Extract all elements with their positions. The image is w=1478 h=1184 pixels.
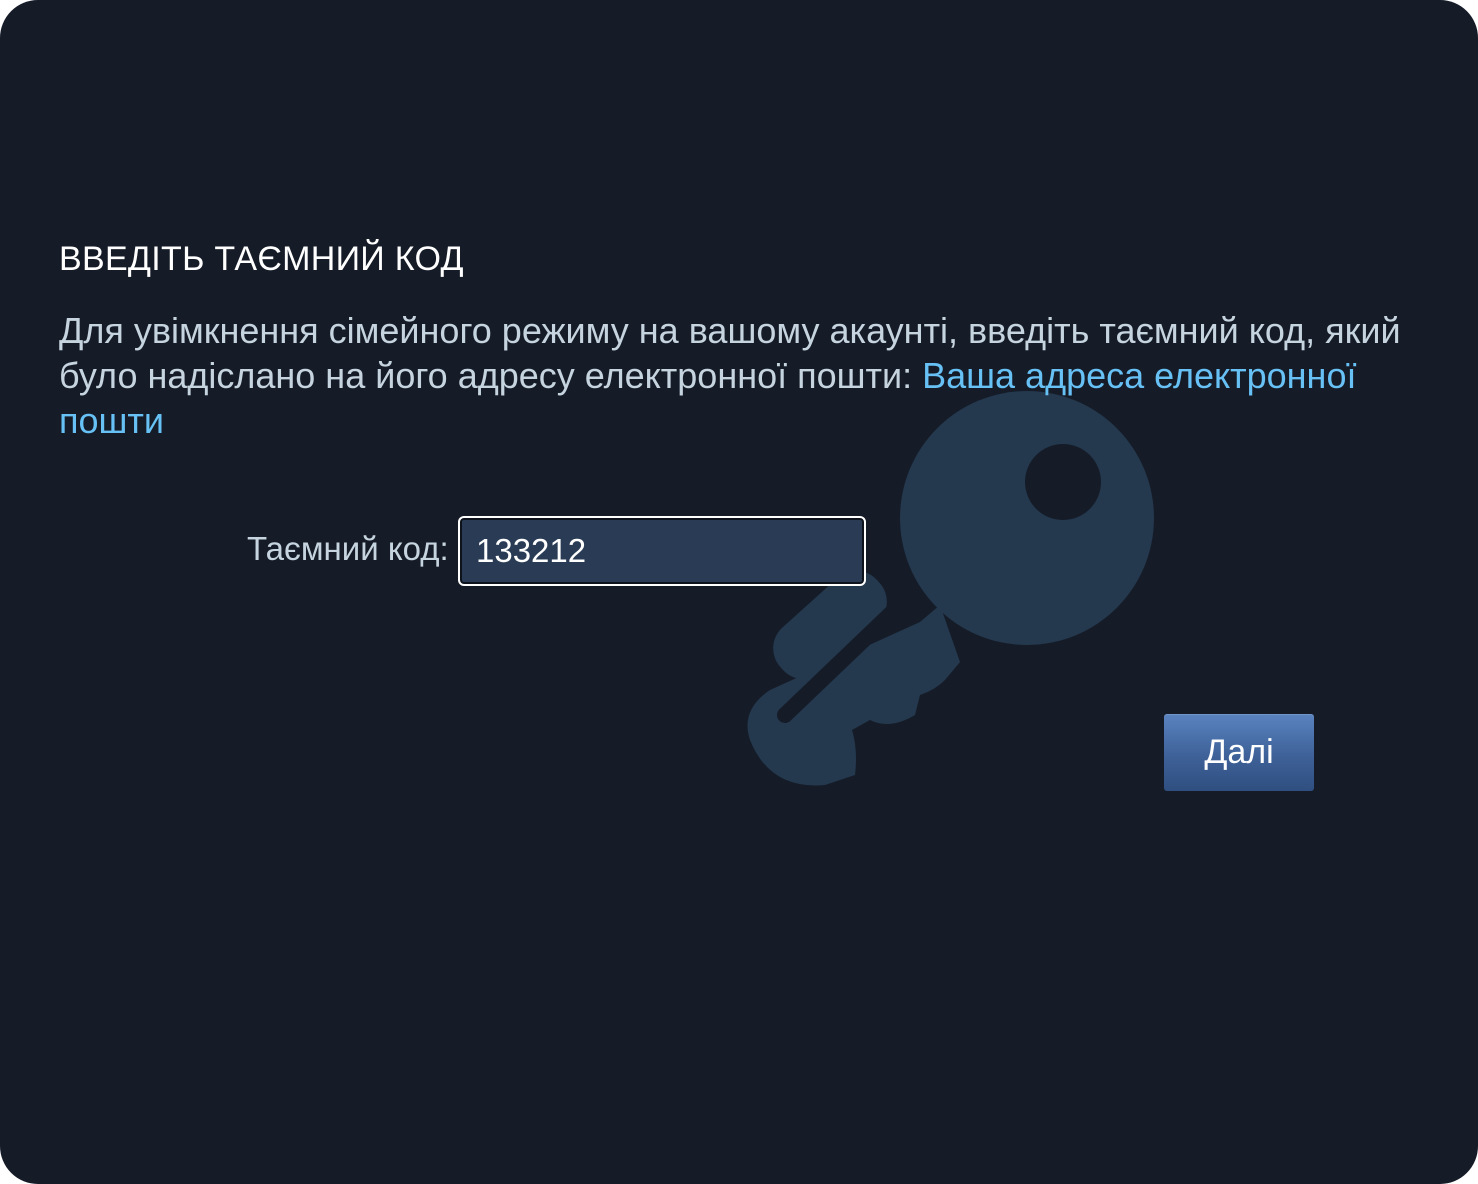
key-icon <box>747 391 1154 786</box>
next-button[interactable]: Далі <box>1164 714 1314 791</box>
secret-code-input[interactable] <box>458 516 866 586</box>
instructions-text: Для увімкнення сімейного режиму на вашом… <box>59 308 1419 443</box>
page-title: ВВЕДІТЬ ТАЄМНИЙ КОД <box>59 240 464 278</box>
family-view-dialog: ВВЕДІТЬ ТАЄМНИЙ КОД Для увімкнення сімей… <box>0 0 1478 1184</box>
secret-code-label: Таємний код: <box>247 530 449 567</box>
